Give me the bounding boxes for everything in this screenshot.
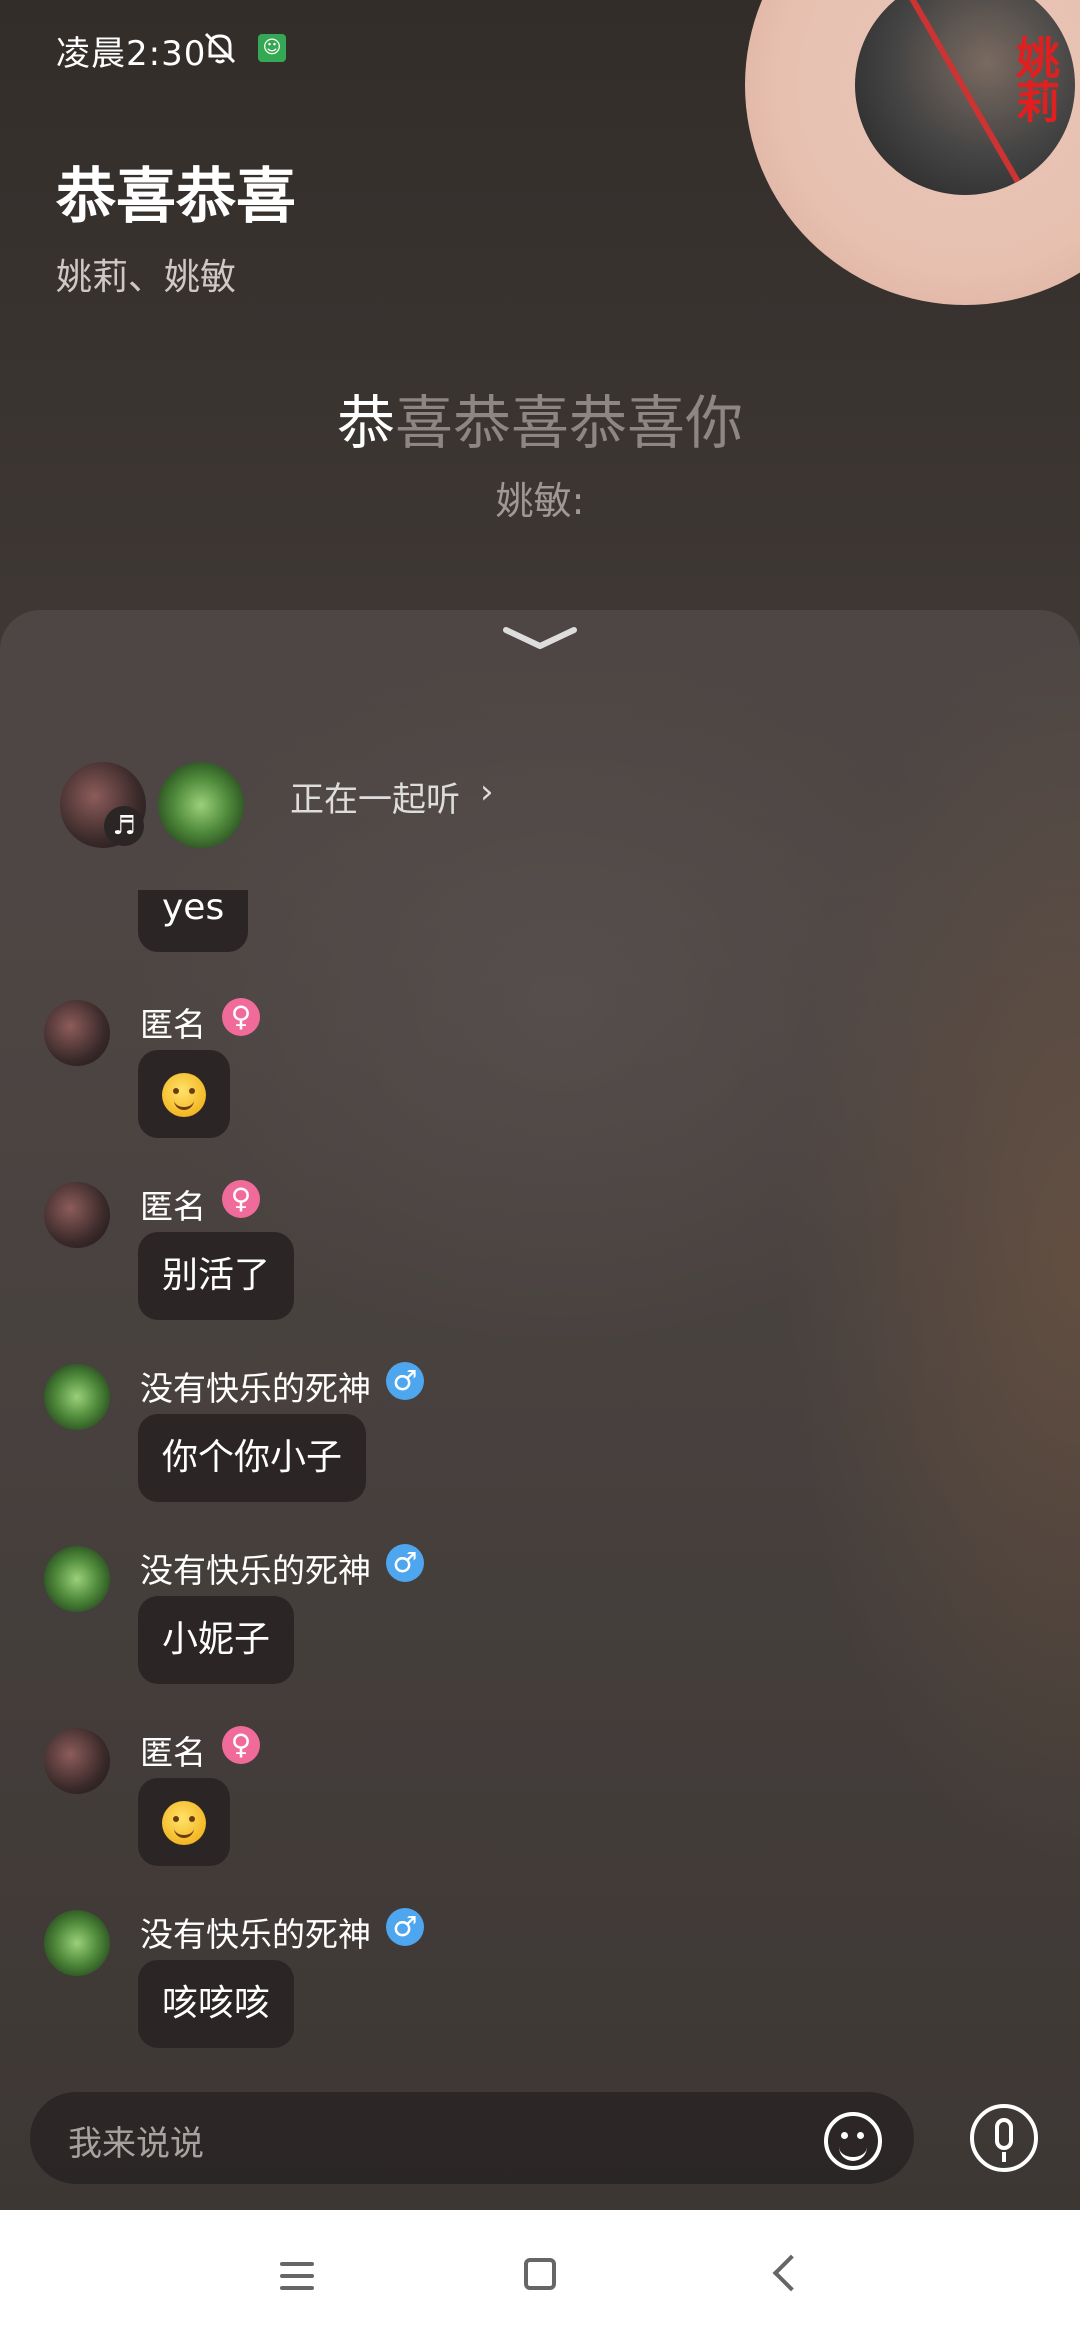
listening-together-label: 正在一起听 (290, 780, 460, 820)
female-icon: ♀ (222, 998, 260, 1036)
message-text: yes (162, 890, 225, 928)
user-name[interactable]: 没有快乐的死神 (140, 1908, 371, 1956)
lyric-highlight: 恭 (336, 389, 395, 457)
music-note-icon: ♬ (104, 806, 144, 846)
emoji-icon[interactable] (824, 2112, 882, 2170)
cover-text: 姚莉 (1008, 35, 1059, 123)
home-icon[interactable] (524, 2258, 556, 2290)
male-icon: ♂ (386, 1362, 424, 1400)
message-bubble[interactable] (138, 1050, 230, 1138)
user-name[interactable]: 匿名 (140, 1726, 206, 1774)
chat-list[interactable]: yes 匿名 ♀ 匿名 ♀ 别活了 没有快乐的死神 ♂ 你个你小子 没有快乐的死… (0, 890, 1080, 2070)
song-artist[interactable]: 姚莉、姚敏 (56, 248, 236, 300)
mic-capsule (995, 2118, 1013, 2150)
avatar[interactable] (44, 1546, 110, 1612)
app-notification-icon: ☺ (258, 34, 286, 62)
male-icon: ♂ (386, 1908, 424, 1946)
menu-icon[interactable] (280, 2262, 314, 2290)
user-name[interactable]: 匿名 (140, 998, 206, 1046)
avatar[interactable] (44, 1182, 110, 1248)
user-name[interactable]: 没有快乐的死神 (140, 1544, 371, 1592)
mic-stem (1002, 2152, 1006, 2162)
user-name[interactable]: 匿名 (140, 1180, 206, 1228)
female-icon: ♀ (222, 1726, 260, 1764)
bell-muted-icon (204, 32, 236, 64)
listening-together-row[interactable]: ♬ 正在一起听 › (60, 762, 960, 848)
avatar[interactable] (158, 762, 244, 848)
song-title: 恭喜恭喜 (56, 162, 296, 232)
smile-emoji-icon (162, 1073, 206, 1117)
system-nav-bar (0, 2210, 1080, 2340)
message-bubble[interactable]: 你个你小子 (138, 1414, 367, 1502)
comment-input[interactable]: 我来说说 (30, 2092, 914, 2184)
message-text: 小妮子 (162, 1619, 271, 1660)
smile-emoji-icon (162, 1801, 206, 1845)
current-lyric: 恭喜恭喜恭喜你 (0, 376, 1080, 460)
message-bubble[interactable]: 别活了 (138, 1232, 295, 1320)
vinyl-record[interactable]: 姚莉 (745, 0, 1080, 305)
avatar[interactable] (44, 1910, 110, 1976)
message-text: 你个你小子 (162, 1437, 343, 1478)
avatar[interactable] (44, 1728, 110, 1794)
male-icon: ♂ (386, 1544, 424, 1582)
player-screen: 凌晨2:30 ☺ ✕ 33 姚莉 恭喜恭喜 姚莉、姚敏 恭喜恭喜恭喜你 姚敏: (0, 0, 1080, 2210)
back-icon[interactable] (772, 2254, 810, 2292)
status-time: 凌晨2:30 (56, 34, 207, 74)
album-cover: 姚莉 (855, 0, 1075, 195)
avatar[interactable] (44, 1364, 110, 1430)
message-bubble[interactable]: 咳咳咳 (138, 1960, 295, 2048)
message-text: 咳咳咳 (162, 1983, 271, 2024)
avatar[interactable] (44, 1000, 110, 1066)
chevron-right-icon: › (480, 772, 494, 812)
message-text: 别活了 (162, 1255, 271, 1296)
message-bubble[interactable]: 小妮子 (138, 1596, 295, 1684)
message-bubble[interactable] (138, 1778, 230, 1866)
next-lyric: 姚敏: (495, 479, 585, 523)
user-name[interactable]: 没有快乐的死神 (140, 1362, 371, 1410)
lyric-rest: 喜恭喜恭喜你 (395, 389, 744, 457)
comment-input-placeholder: 我来说说 (68, 2124, 204, 2164)
female-icon: ♀ (222, 1180, 260, 1218)
mic-icon[interactable] (970, 2104, 1038, 2172)
message-bubble[interactable]: yes (138, 890, 249, 952)
chevron-down-icon[interactable] (500, 620, 580, 660)
